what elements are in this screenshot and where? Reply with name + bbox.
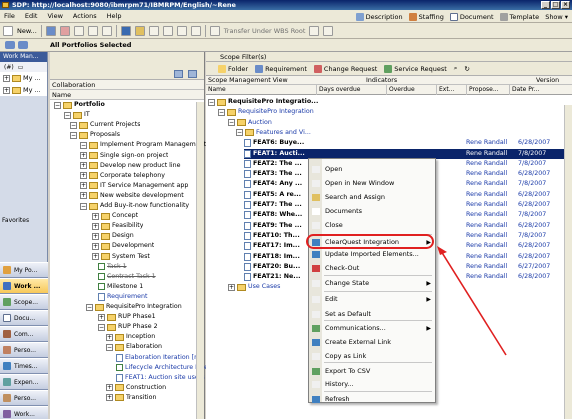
annotation-arrowhead — [437, 246, 447, 255]
annotation-arrow — [437, 246, 507, 356]
annotation-arrow-line — [440, 250, 507, 356]
